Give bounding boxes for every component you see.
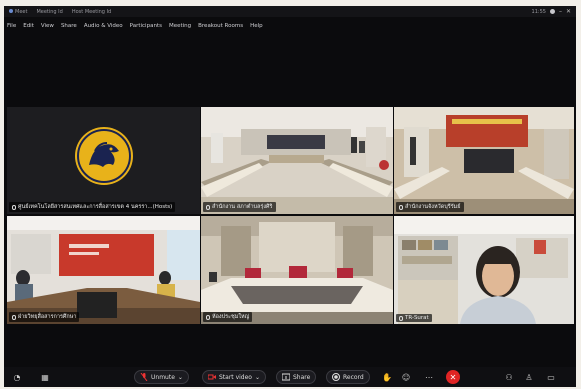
- share-button[interactable]: Share: [276, 370, 317, 384]
- title-item-host: Host Meeting Id: [71, 8, 112, 15]
- chevron-down-icon[interactable]: ⌄: [255, 374, 260, 381]
- unmute-label: Unmute: [151, 373, 175, 381]
- participant-name-tag: ศูนย์เทคโนโลยีสารสนเทศและการสื่อสารเขต 4…: [9, 202, 176, 212]
- participant-name: TR-Surat: [405, 315, 429, 321]
- menu-breakout-rooms[interactable]: Breakout Rooms: [198, 23, 243, 29]
- clock: 11:55: [531, 8, 546, 15]
- video-tile-room-3[interactable]: สำนักงานจังหวัดบุรีรัมย์: [394, 107, 574, 214]
- microphone-muted-icon: [140, 373, 148, 381]
- participant-name-tag: TR-Surat: [396, 314, 432, 322]
- record-icon: [332, 373, 340, 381]
- meeting-room-video: [394, 107, 574, 214]
- mic-muted-icon: [206, 314, 210, 320]
- participant-name-tag: สำนักงาน สภาตำบลรุ่งศิริ: [203, 202, 276, 212]
- start-video-label: Start video: [219, 373, 252, 381]
- meeting-toolbar: ◔ ▦ Unmute ⌄ Start video ⌄ Share Record …: [4, 367, 576, 387]
- title-text-meet: Meet: [15, 8, 28, 15]
- menu-meeting[interactable]: Meeting: [169, 23, 191, 29]
- title-item-meeting-id: Meeting Id: [36, 8, 63, 15]
- record-label: Record: [343, 373, 364, 381]
- grid-view-icon[interactable]: ▦: [40, 372, 50, 382]
- conference-room-video: [201, 107, 393, 214]
- apps-icon[interactable]: ♙: [524, 372, 534, 382]
- chevron-down-icon[interactable]: ⌄: [178, 374, 183, 381]
- participant-name: สำนักงานจังหวัดบุรีรัมย์: [405, 204, 461, 210]
- video-tile-room-4[interactable]: ฝ่ายวิทยุสื่อสารการศึกษา: [7, 216, 200, 324]
- unmute-button[interactable]: Unmute ⌄: [134, 370, 189, 384]
- participant-name: สำนักงาน สภาตำบลรุ่งศิริ: [212, 204, 273, 210]
- participant-webcam-video: [394, 216, 574, 324]
- participant-name-tag: ห้องประชุมใหญ่: [203, 312, 253, 322]
- video-tile-room-2[interactable]: สำนักงาน สภาตำบลรุ่งศิริ: [201, 107, 393, 214]
- menu-help[interactable]: Help: [250, 23, 263, 29]
- menu-view[interactable]: View: [41, 23, 54, 29]
- share-screen-icon: [282, 373, 290, 381]
- office-meeting-video: [7, 216, 200, 324]
- video-tile-person[interactable]: TR-Surat: [394, 216, 574, 324]
- phone-hangup-icon: ✕: [449, 372, 457, 382]
- minimize-icon[interactable]: –: [559, 8, 562, 15]
- video-tile-host[interactable]: ศูนย์เทคโนโลยีสารสนเทศและการสื่อสารเขต 4…: [7, 107, 200, 214]
- host-logo-image: [7, 107, 200, 214]
- menu-edit[interactable]: Edit: [23, 23, 34, 29]
- menu-participants[interactable]: Participants: [130, 23, 162, 29]
- mic-muted-icon: [399, 315, 403, 321]
- start-video-button[interactable]: Start video ⌄: [202, 370, 266, 384]
- menu-audio-video[interactable]: Audio & Video: [84, 23, 123, 29]
- boardroom-video: [201, 216, 393, 324]
- menu-share[interactable]: Share: [61, 23, 77, 29]
- participant-name: ห้องประชุมใหญ่: [212, 314, 250, 320]
- video-off-icon: [208, 373, 216, 381]
- shield-icon[interactable]: ◔: [12, 372, 22, 382]
- mic-muted-icon: [12, 204, 16, 210]
- zoom-meeting-window: Meet Meeting Id Host Meeting Id 11:55 – …: [4, 6, 576, 387]
- share-label: Share: [293, 373, 311, 381]
- app-icon: [9, 8, 13, 13]
- reactions-icon[interactable]: ✋: [382, 372, 392, 382]
- mic-muted-icon: [12, 314, 16, 320]
- title-right: 11:55 – ✕: [532, 8, 571, 15]
- mic-muted-icon: [206, 204, 210, 210]
- close-icon[interactable]: ✕: [566, 8, 571, 15]
- title-bar: Meet Meeting Id Host Meeting Id 11:55 – …: [4, 6, 576, 17]
- menu-file[interactable]: File: [7, 23, 16, 29]
- participant-name-tag: สำนักงานจังหวัดบุรีรัมย์: [396, 202, 464, 212]
- mic-muted-icon: [399, 204, 403, 210]
- video-tile-room-5[interactable]: ห้องประชุมใหญ่: [201, 216, 393, 324]
- participant-name-tag: ฝ่ายวิทยุสื่อสารการศึกษา: [9, 312, 80, 322]
- title-item-meet: Meet: [9, 8, 28, 15]
- end-call-button[interactable]: ✕: [446, 370, 460, 384]
- more-icon[interactable]: ⋯: [424, 372, 434, 382]
- emoji-icon[interactable]: ☺: [401, 372, 411, 382]
- avatar-icon[interactable]: [549, 9, 555, 14]
- participants-icon[interactable]: ⚇: [504, 372, 514, 382]
- record-button[interactable]: Record: [326, 370, 370, 384]
- menu-bar: File Edit View Share Audio & Video Parti…: [4, 21, 270, 31]
- participant-name: ศูนย์เทคโนโลยีสารสนเทศและการสื่อสารเขต 4…: [18, 204, 173, 210]
- participant-name: ฝ่ายวิทยุสื่อสารการศึกษา: [18, 314, 77, 320]
- chat-icon[interactable]: ▭: [546, 372, 556, 382]
